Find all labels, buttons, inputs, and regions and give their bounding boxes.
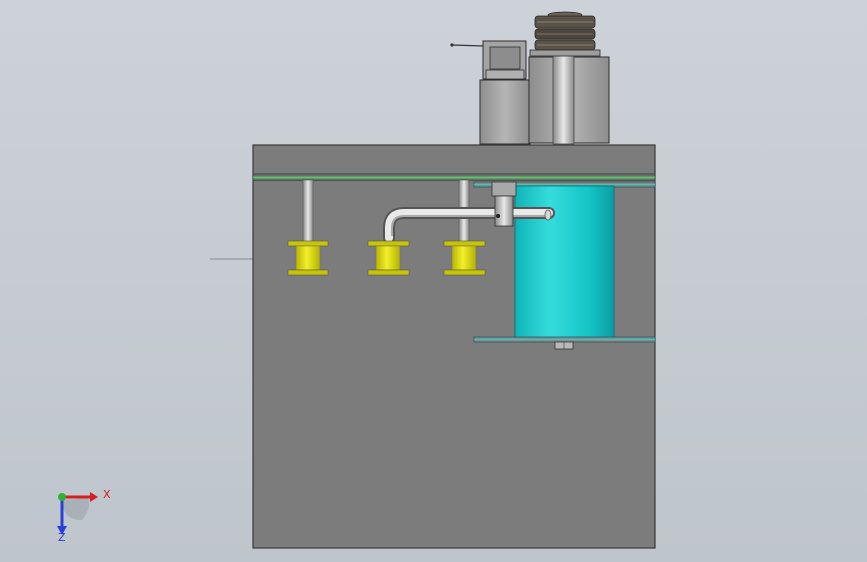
tee-fitting <box>491 181 517 227</box>
motor-assembly <box>450 11 610 145</box>
orientation-triad: X Z <box>57 488 111 544</box>
cad-viewport[interactable]: X Z <box>0 0 867 562</box>
pulley-stack <box>529 11 601 57</box>
z-axis-label: Z <box>58 531 66 544</box>
gearbox-block <box>479 79 531 145</box>
x-axis-label: X <box>103 488 111 501</box>
sensor-probe <box>451 44 485 47</box>
motor-shaft <box>552 51 575 145</box>
rod-1 <box>302 179 314 243</box>
top-rail <box>252 175 656 180</box>
